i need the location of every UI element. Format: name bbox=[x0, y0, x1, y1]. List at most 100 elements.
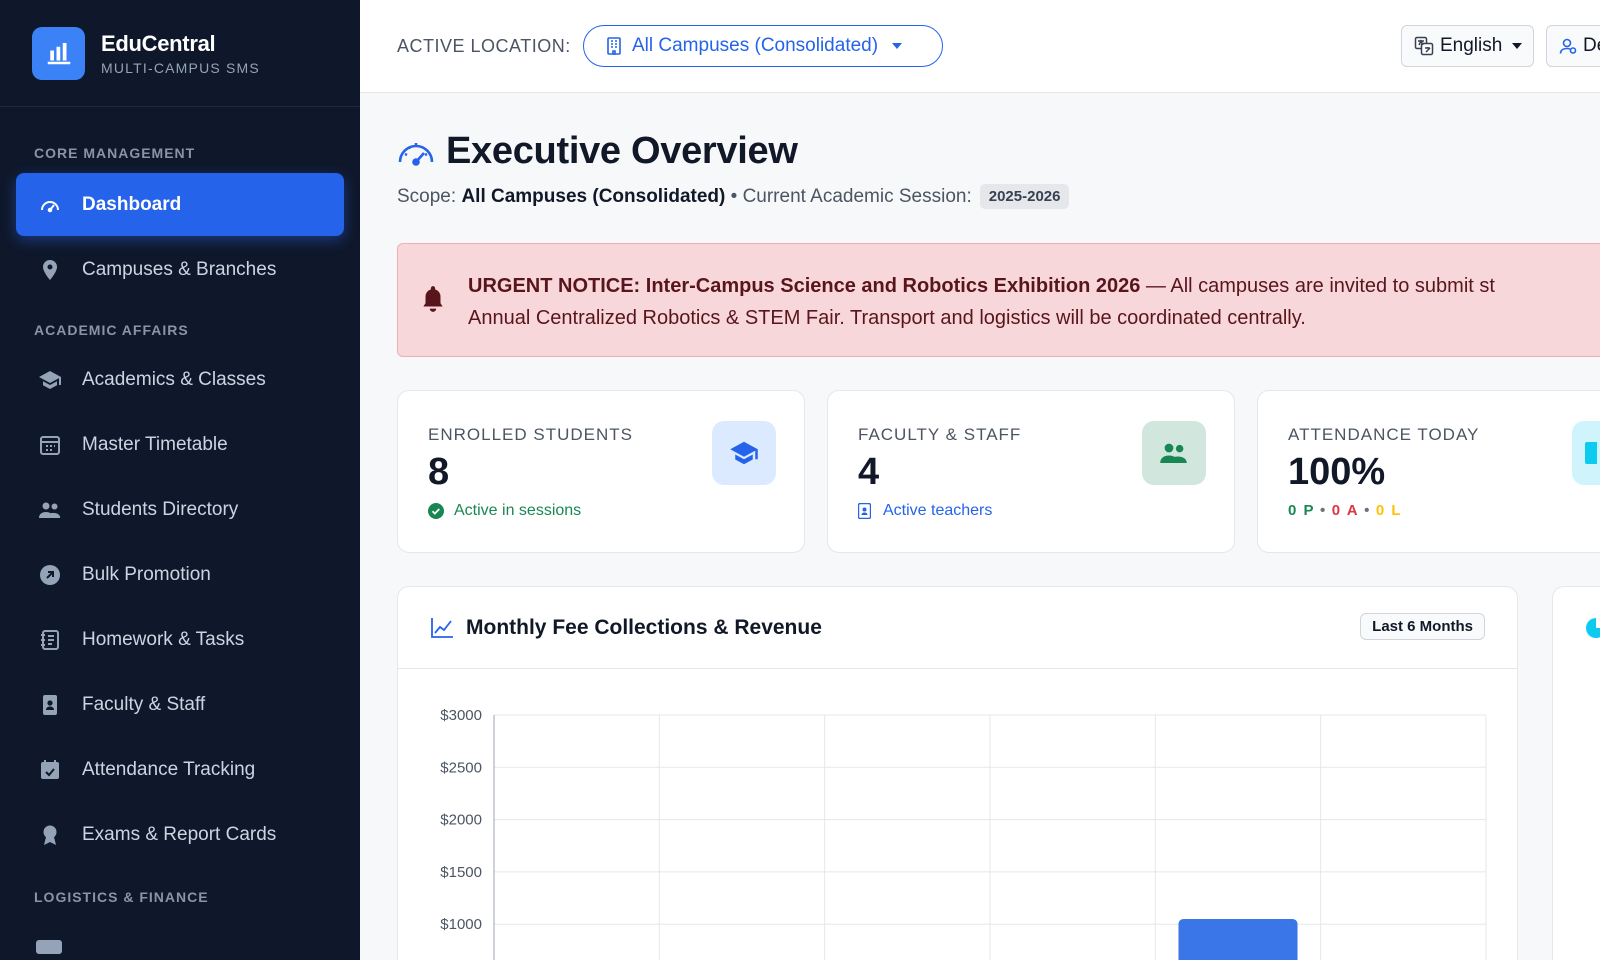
language-select[interactable]: English bbox=[1401, 25, 1534, 67]
building-icon bbox=[606, 37, 622, 55]
session-label: • Current Academic Session: bbox=[730, 185, 972, 207]
pie-chart-icon bbox=[1585, 617, 1600, 639]
sidebar-item-label: Campuses & Branches bbox=[82, 258, 277, 280]
people-icon bbox=[1142, 421, 1206, 485]
bell-icon bbox=[420, 284, 446, 319]
stat-sub: Active teachers bbox=[858, 502, 992, 520]
stat-sub-text: Active teachers bbox=[883, 502, 993, 519]
late-count: 0 L bbox=[1375, 502, 1403, 519]
page-header: Executive Overview bbox=[396, 130, 798, 173]
stat-value: 8 bbox=[428, 451, 450, 493]
scope-line: Scope: All Campuses (Consolidated) • Cur… bbox=[397, 184, 1070, 209]
top-bar: ACTIVE LOCATION: All Campuses (Consolida… bbox=[360, 0, 1600, 93]
sidebar: EduCentral MULTI-CAMPUS SMS CORE MANAGEM… bbox=[0, 0, 360, 960]
sidebar-item-label: Academics & Classes bbox=[82, 368, 266, 390]
stat-sub-text: Active in sessions bbox=[454, 502, 582, 519]
brand-name: EduCentral bbox=[101, 30, 216, 56]
sidebar-item-exams[interactable]: Exams & Report Cards bbox=[16, 803, 344, 866]
language-value: English bbox=[1440, 35, 1503, 56]
building-logo-icon bbox=[32, 26, 85, 80]
present-count: 0 P bbox=[1288, 502, 1316, 519]
attendance-breakdown: 0 P • 0 A • 0 L bbox=[1288, 502, 1403, 519]
chevron-down-icon bbox=[1512, 43, 1523, 49]
session-badge: 2025-2026 bbox=[979, 184, 1070, 209]
range-badge[interactable]: Last 6 Months bbox=[1360, 613, 1485, 640]
sidebar-item-label: Attendance Tracking bbox=[82, 758, 256, 780]
user-label: De bbox=[1583, 35, 1600, 56]
graduation-cap-icon bbox=[36, 366, 64, 394]
location-value: All Campuses (Consolidated) bbox=[632, 35, 879, 56]
section-label-logistics: LOGISTICS & FINANCE bbox=[34, 889, 209, 905]
y-tick-label: $1000 bbox=[440, 916, 482, 933]
sidebar-item-faculty[interactable]: Faculty & Staff bbox=[16, 673, 344, 736]
arrow-up-right-circle-icon bbox=[36, 561, 64, 589]
journal-icon bbox=[36, 626, 64, 654]
sidebar-item-academics[interactable]: Academics & Classes bbox=[16, 348, 344, 411]
sidebar-item-campuses[interactable]: Campuses & Branches bbox=[16, 238, 344, 301]
sidebar-item-label: Dashboard bbox=[82, 193, 182, 215]
stat-card-faculty[interactable]: FACULTY & STAFF 4 Active teachers bbox=[827, 390, 1235, 553]
y-tick-label: $3000 bbox=[440, 707, 482, 724]
absent-count: 0 A bbox=[1331, 502, 1360, 519]
award-icon bbox=[36, 821, 64, 849]
sidebar-item-label: Faculty & Staff bbox=[82, 693, 206, 715]
urgent-notice: URGENT NOTICE: Inter-Campus Science and … bbox=[397, 243, 1600, 357]
id-badge-icon bbox=[858, 503, 871, 519]
user-menu-button[interactable]: De bbox=[1546, 25, 1600, 67]
chart-title: Monthly Fee Collections & Revenue bbox=[466, 615, 822, 639]
sidebar-item-timetable[interactable]: Master Timetable bbox=[16, 413, 344, 476]
notice-text: — All campuses are invited to submit st bbox=[1145, 275, 1495, 297]
sidebar-item-homework[interactable]: Homework & Tasks bbox=[16, 608, 344, 671]
sidebar-item-label: Bulk Promotion bbox=[82, 563, 211, 585]
fee-collections-chart-card: Monthly Fee Collections & Revenue Last 6… bbox=[397, 586, 1518, 960]
map-pin-icon bbox=[36, 256, 64, 284]
sidebar-item-label: Exams & Report Cards bbox=[82, 823, 277, 845]
id-badge-icon bbox=[36, 691, 64, 719]
brand-subtitle: MULTI-CAMPUS SMS bbox=[101, 59, 260, 76]
notice-title: URGENT NOTICE: Inter-Campus Science and … bbox=[468, 275, 1141, 297]
section-label-core: CORE MANAGEMENT bbox=[34, 145, 196, 161]
stat-value: 100% bbox=[1288, 451, 1386, 493]
speedometer-icon bbox=[36, 191, 64, 219]
location-label: ACTIVE LOCATION: bbox=[397, 36, 571, 56]
scope-label: Scope: bbox=[397, 185, 457, 207]
stat-value: 4 bbox=[858, 451, 880, 493]
stat-label: FACULTY & STAFF bbox=[858, 425, 1022, 444]
section-label-academic: ACADEMIC AFFAIRS bbox=[34, 322, 189, 338]
y-tick-label: $2000 bbox=[440, 812, 482, 829]
calendar-grid-icon bbox=[36, 431, 64, 459]
sidebar-item-students[interactable]: Students Directory bbox=[16, 478, 344, 541]
stat-label: ENROLLED STUDENTS bbox=[428, 425, 633, 444]
stat-sub: Active in sessions bbox=[428, 502, 581, 520]
sidebar-item-label: Master Timetable bbox=[82, 433, 228, 455]
brand[interactable]: EduCentral MULTI-CAMPUS SMS bbox=[0, 0, 360, 107]
sidebar-item-bulk-promotion[interactable]: Bulk Promotion bbox=[16, 543, 344, 606]
fee-bar-chart: $3000 $2500 $2000 $1500 $1000 bbox=[440, 707, 1487, 960]
translate-icon bbox=[1414, 36, 1434, 56]
clipboard-icon bbox=[1572, 421, 1600, 485]
notice-text-2: Annual Centralized Robotics & STEM Fair.… bbox=[468, 307, 1306, 329]
sidebar-item-label: Students Directory bbox=[82, 498, 239, 520]
y-tick-label: $1500 bbox=[440, 864, 482, 881]
sidebar-item-attendance[interactable]: Attendance Tracking bbox=[16, 738, 344, 801]
sidebar-item-label: Homework & Tasks bbox=[82, 628, 245, 650]
bus-icon bbox=[36, 940, 62, 954]
stat-card-students[interactable]: ENROLLED STUDENTS 8 Active in sessions bbox=[397, 390, 805, 553]
fee-bar bbox=[1178, 918, 1298, 960]
line-chart-icon bbox=[430, 617, 454, 639]
check-circle-icon bbox=[428, 503, 444, 519]
speedometer-icon bbox=[396, 134, 436, 170]
location-select[interactable]: All Campuses (Consolidated) bbox=[583, 25, 943, 67]
page-title: Executive Overview bbox=[446, 130, 798, 172]
people-icon bbox=[36, 496, 64, 524]
secondary-chart-card bbox=[1552, 586, 1600, 960]
y-tick-label: $2500 bbox=[440, 759, 482, 776]
graduation-cap-icon bbox=[712, 421, 776, 485]
stat-card-attendance[interactable]: ATTENDANCE TODAY 100% 0 P • 0 A • 0 L bbox=[1257, 390, 1600, 553]
calendar-check-icon bbox=[36, 756, 64, 784]
scope-value: All Campuses (Consolidated) bbox=[461, 185, 726, 207]
user-icon bbox=[1559, 37, 1577, 55]
stat-label: ATTENDANCE TODAY bbox=[1288, 425, 1480, 444]
chevron-down-icon bbox=[892, 43, 903, 49]
sidebar-item-dashboard[interactable]: Dashboard bbox=[16, 173, 344, 236]
